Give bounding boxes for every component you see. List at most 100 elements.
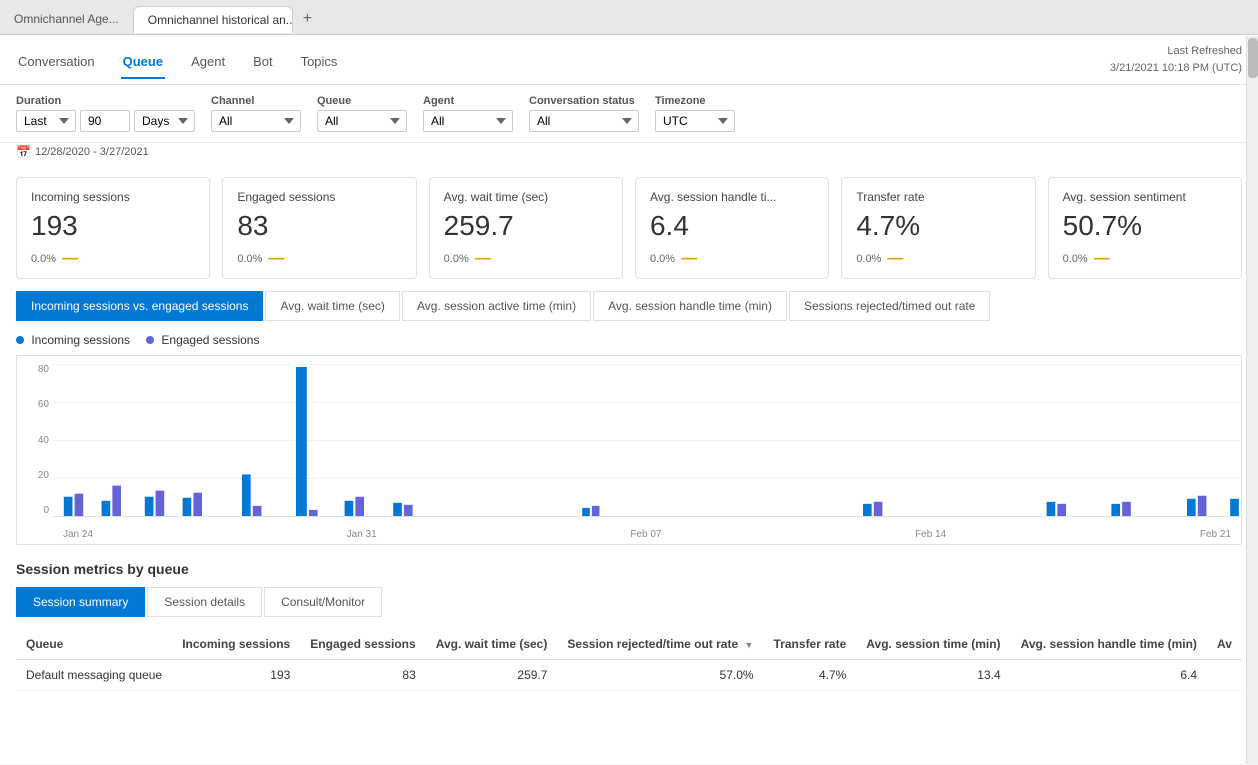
chart-tab-incoming-vs-engaged[interactable]: Incoming sessions vs. engaged sessions bbox=[16, 291, 263, 321]
kpi-avg-handle-value: 6.4 bbox=[650, 210, 814, 242]
cell-engaged: 83 bbox=[300, 660, 425, 691]
y-label-60: 60 bbox=[38, 399, 49, 410]
legend-incoming-label: Incoming sessions bbox=[31, 333, 130, 347]
bar-g1-engaged bbox=[75, 494, 84, 516]
bar-g2-incoming bbox=[102, 501, 111, 516]
col-engaged: Engaged sessions bbox=[300, 629, 425, 660]
bar-feb21b-incoming bbox=[1111, 504, 1120, 516]
browser-tab-bar: Omnichannel Age... Omnichannel historica… bbox=[0, 0, 1258, 35]
bar-feb14-incoming bbox=[863, 504, 872, 516]
session-tab-details[interactable]: Session details bbox=[147, 587, 262, 617]
kpi-incoming-value: 193 bbox=[31, 210, 195, 242]
bar-feb21a-engaged bbox=[1057, 504, 1066, 516]
tab-bot[interactable]: Bot bbox=[251, 48, 275, 79]
bar-g7-engaged bbox=[355, 497, 364, 516]
cell-queue: Default messaging queue bbox=[16, 660, 172, 691]
kpi-avg-wait-delta: 0.0% bbox=[444, 253, 469, 265]
kpi-card-incoming-sessions: Incoming sessions 193 0.0% — bbox=[16, 177, 210, 279]
kpi-avg-wait-value: 259.7 bbox=[444, 210, 608, 242]
kpi-card-avg-handle: Avg. session handle ti... 6.4 0.0% — bbox=[635, 177, 829, 279]
kpi-incoming-title: Incoming sessions bbox=[31, 190, 195, 204]
filter-duration-type-select[interactable]: Last bbox=[16, 110, 76, 132]
kpi-row: Incoming sessions 193 0.0% — Engaged ses… bbox=[0, 165, 1258, 291]
chart-tab-avg-active[interactable]: Avg. session active time (min) bbox=[402, 291, 591, 321]
bar-feb21b-engaged bbox=[1122, 502, 1131, 516]
bar-g6-incoming bbox=[296, 367, 307, 516]
browser-tab-active[interactable]: Omnichannel historical an... ✕ bbox=[133, 6, 293, 33]
col-av: Av bbox=[1207, 629, 1242, 660]
bar-g1-incoming bbox=[64, 497, 73, 516]
kpi-sentiment-value: 50.7% bbox=[1063, 210, 1227, 242]
chart-section: Incoming sessions vs. engaged sessions A… bbox=[0, 291, 1258, 561]
session-tab-summary[interactable]: Session summary bbox=[16, 587, 145, 617]
kpi-incoming-dash: — bbox=[62, 250, 78, 268]
cell-rejected: 57.0% bbox=[557, 660, 763, 691]
nav-tabs: Conversation Queue Agent Bot Topics bbox=[16, 48, 339, 79]
chart-tab-rejected[interactable]: Sessions rejected/timed out rate bbox=[789, 291, 990, 321]
kpi-transfer-title: Transfer rate bbox=[856, 190, 1020, 204]
kpi-sentiment-delta: 0.0% bbox=[1063, 253, 1088, 265]
chart-tab-avg-handle[interactable]: Avg. session handle time (min) bbox=[593, 291, 787, 321]
filter-duration-unit-select[interactable]: Days bbox=[134, 110, 195, 132]
bar-g4-engaged bbox=[193, 493, 202, 516]
session-tabs: Session summary Session details Consult/… bbox=[16, 587, 1242, 617]
y-label-80: 80 bbox=[38, 364, 49, 375]
filter-conv-status-select[interactable]: All bbox=[529, 110, 639, 132]
x-label-feb14: Feb 14 bbox=[915, 529, 946, 540]
col-session-time: Avg. session time (min) bbox=[856, 629, 1010, 660]
nav-bar: Conversation Queue Agent Bot Topics Last… bbox=[0, 35, 1258, 85]
last-refreshed-label: Last Refreshed bbox=[1167, 45, 1242, 57]
col-queue: Queue bbox=[16, 629, 172, 660]
kpi-engaged-value: 83 bbox=[237, 210, 401, 242]
filter-duration-row: Last Days bbox=[16, 110, 195, 132]
kpi-card-avg-wait: Avg. wait time (sec) 259.7 0.0% — bbox=[429, 177, 623, 279]
grid-line-bottom bbox=[53, 516, 1241, 517]
chart-tab-avg-wait[interactable]: Avg. wait time (sec) bbox=[265, 291, 399, 321]
scrollbar-thumb[interactable] bbox=[1248, 38, 1258, 78]
filter-queue-select[interactable]: All bbox=[317, 110, 407, 132]
filter-agent-select[interactable]: All bbox=[423, 110, 513, 132]
session-metrics-section: Session metrics by queue Session summary… bbox=[0, 561, 1258, 707]
chart-visual: 80 60 40 20 0 bbox=[16, 355, 1242, 545]
session-tab-consult[interactable]: Consult/Monitor bbox=[264, 587, 382, 617]
calendar-icon: 📅 bbox=[16, 145, 31, 159]
y-label-20: 20 bbox=[38, 470, 49, 481]
filter-conv-status: Conversation status All bbox=[529, 95, 639, 132]
bar-g2-engaged bbox=[112, 486, 121, 516]
tab-conversation[interactable]: Conversation bbox=[16, 48, 97, 79]
browser-tab-inactive[interactable]: Omnichannel Age... bbox=[0, 6, 133, 32]
kpi-avg-handle-footer: 0.0% — bbox=[650, 250, 814, 268]
tab-agent[interactable]: Agent bbox=[189, 48, 227, 79]
chart-legend: Incoming sessions Engaged sessions bbox=[16, 333, 1242, 347]
scrollbar[interactable] bbox=[1246, 36, 1258, 764]
filter-queue: Queue All bbox=[317, 95, 407, 132]
bar-feb07-engaged bbox=[592, 506, 600, 516]
col-transfer: Transfer rate bbox=[764, 629, 857, 660]
tab-queue[interactable]: Queue bbox=[121, 48, 165, 79]
filter-channel-select[interactable]: All bbox=[211, 110, 301, 132]
bar-g3-engaged bbox=[156, 491, 165, 516]
tab-topics[interactable]: Topics bbox=[299, 48, 340, 79]
kpi-sentiment-title: Avg. session sentiment bbox=[1063, 190, 1227, 204]
last-refreshed-value: 3/21/2021 10:18 PM (UTC) bbox=[1110, 62, 1242, 74]
sort-icon-rejected[interactable]: ▼ bbox=[745, 640, 754, 650]
browser-tab-inactive-label: Omnichannel Age... bbox=[14, 12, 119, 26]
date-range-row: 📅 12/28/2020 - 3/27/2021 bbox=[0, 143, 1258, 165]
filter-timezone-select[interactable]: UTC bbox=[655, 110, 735, 132]
bar-g5-incoming bbox=[242, 474, 251, 516]
x-axis: Jan 24 Jan 31 Feb 07 Feb 14 Feb 21 bbox=[53, 529, 1241, 540]
filters-bar: Duration Last Days Channel All bbox=[0, 85, 1258, 143]
col-rejected: Session rejected/time out rate ▼ bbox=[557, 629, 763, 660]
x-label-feb21: Feb 21 bbox=[1200, 529, 1231, 540]
new-tab-button[interactable]: + bbox=[293, 4, 322, 34]
legend-engaged: Engaged sessions bbox=[146, 333, 259, 347]
kpi-avg-wait-dash: — bbox=[475, 250, 491, 268]
filter-duration-value-input[interactable] bbox=[80, 110, 130, 132]
filter-channel: Channel All bbox=[211, 95, 301, 132]
kpi-engaged-footer: 0.0% — bbox=[237, 250, 401, 268]
chart-tabs: Incoming sessions vs. engaged sessions A… bbox=[16, 291, 1242, 321]
kpi-transfer-delta: 0.0% bbox=[856, 253, 881, 265]
bar-g8-engaged bbox=[404, 505, 413, 516]
kpi-avg-handle-delta: 0.0% bbox=[650, 253, 675, 265]
kpi-avg-wait-title: Avg. wait time (sec) bbox=[444, 190, 608, 204]
